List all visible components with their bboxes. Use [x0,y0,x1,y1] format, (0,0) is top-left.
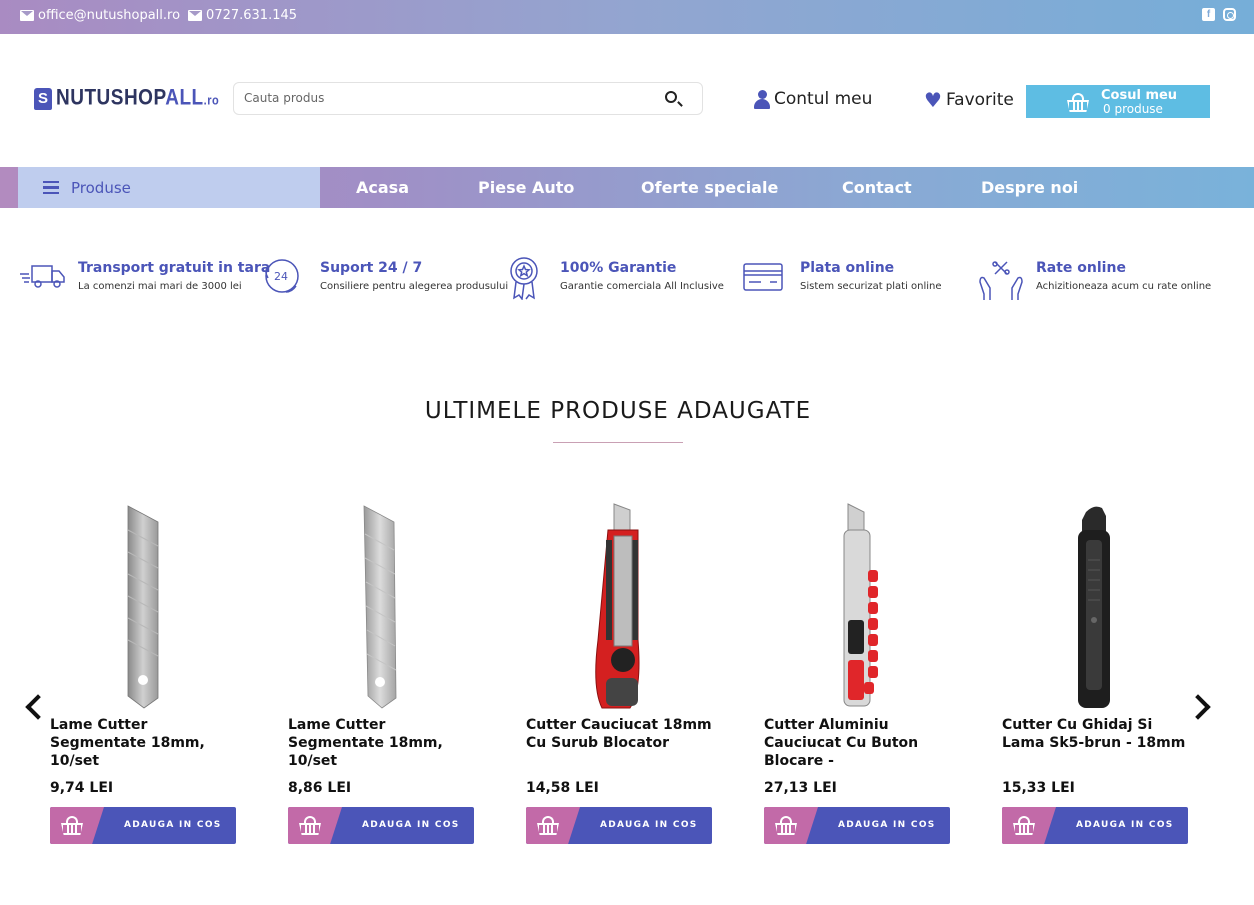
phone-link[interactable]: 0727.631.145 [188,8,297,23]
add-to-cart-label: ADAUGA IN COS [362,820,460,830]
nav-link-oferte-speciale[interactable]: Oferte speciale [641,178,778,197]
feature-transport: Transport gratuit in tara La comenzi mai… [20,254,270,300]
credit-card-icon [743,263,783,291]
product-card[interactable]: Lame Cutter Segmentate 18mm, 10/set 9,74… [50,500,240,850]
nav-link-contact[interactable]: Contact [842,178,912,197]
add-to-cart-button[interactable]: ADAUGA IN COS [764,807,950,844]
heart-icon: ♥ [924,88,942,112]
basket-icon [1066,93,1090,113]
product-name[interactable]: Cutter Cu Ghidaj Si Lama Sk5-brun - 18mm [1002,716,1192,752]
search-icon[interactable] [665,91,677,103]
feature-subtitle: Consiliere pentru alegerea produsului [320,281,509,292]
guarantee-badge-icon [510,257,538,300]
site-logo[interactable]: NUTUSHOPALL.ro [34,86,220,111]
feature-support: 24 Suport 24 / 7 Consiliere pentru alege… [262,254,508,300]
facebook-icon[interactable]: f [1202,8,1215,21]
blade-icon [363,505,397,709]
basket-icon [774,816,798,836]
product-price: 14,58 LEI [526,780,599,796]
feature-title: Plata online [800,260,895,276]
social-links: f [1202,8,1236,21]
user-icon [754,89,770,109]
account-link[interactable]: Contul meu [754,89,872,109]
feature-installments: Rate online Achizitioneaza acum cu rate … [978,254,1211,300]
section-divider [553,442,683,443]
product-price: 27,13 LEI [764,780,837,796]
products-menu-button[interactable]: Produse [18,167,320,208]
installments-hands-icon [979,261,1023,300]
instagram-icon[interactable] [1223,8,1236,21]
cutter-aluminium-icon [843,503,878,707]
products-menu-label: Produse [71,178,131,197]
basket-icon [1012,816,1036,836]
add-to-cart-label: ADAUGA IN COS [124,820,222,830]
add-to-cart-label: ADAUGA IN COS [838,820,936,830]
product-price: 8,86 LEI [288,780,352,796]
feature-subtitle: Achizitioneaza acum cu rate online [1036,281,1212,292]
section-title: ULTIMELE PRODUSE ADAUGATE [424,398,812,424]
basket-icon [298,816,322,836]
cutter-black-icon [1078,506,1110,708]
basket-icon [60,816,84,836]
logo-accent: ALL [165,86,204,111]
product-name[interactable]: Cutter Cauciucat 18mm Cu Surub Blocator [526,716,716,752]
cart-count: 0 produse [1103,102,1163,116]
support-24-icon: 24 [265,259,299,293]
product-card[interactable]: Cutter Aluminiu Cauciucat Cu Buton Bloca… [764,500,954,850]
email-link[interactable]: office@nutushopall.ro [20,8,180,23]
shopping-bag-logo-icon [34,88,52,110]
add-to-cart-button[interactable]: ADAUGA IN COS [1002,807,1188,844]
logo-main: NUTUSHOP [56,86,166,111]
feature-subtitle: Garantie comerciala All Inclusive [560,281,724,292]
favorites-link[interactable]: ♥ Favorite [924,90,1014,110]
add-to-cart-label: ADAUGA IN COS [1076,820,1174,830]
add-to-cart-button[interactable]: ADAUGA IN COS [50,807,236,844]
product-name[interactable]: Lame Cutter Segmentate 18mm, 10/set [50,716,240,770]
product-name[interactable]: Cutter Aluminiu Cauciucat Cu Buton Bloca… [764,716,954,770]
nav-link-despre-noi[interactable]: Despre noi [981,178,1078,197]
add-to-cart-button[interactable]: ADAUGA IN COS [288,807,474,844]
nav-link-piese-auto[interactable]: Piese Auto [478,178,574,197]
account-label: Contul meu [774,89,873,109]
main-nav: Produse Acasa Piese Auto Oferte speciale… [0,167,1254,208]
contact-info: office@nutushopall.ro 0727.631.145 [20,8,297,23]
product-card[interactable]: Lame Cutter Segmentate 18mm, 10/set 8,86… [288,500,478,850]
nav-link-acasa[interactable]: Acasa [356,178,409,197]
product-card[interactable]: Cutter Cu Ghidaj Si Lama Sk5-brun - 18mm… [1002,500,1192,850]
blade-icon [127,505,159,709]
product-card[interactable]: Cutter Cauciucat 18mm Cu Surub Blocator … [526,500,716,850]
cutter-red-icon [595,503,640,709]
add-to-cart-label: ADAUGA IN COS [600,820,698,830]
feature-online-payment: Plata online Sistem securizat plati onli… [742,254,942,300]
add-to-cart-button[interactable]: ADAUGA IN COS [526,807,712,844]
carousel-next-arrow-icon[interactable] [1192,694,1210,720]
truck-icon [20,265,65,288]
favorites-label: Favorite [945,90,1014,110]
search-box [233,82,703,115]
feature-title: Rate online [1036,260,1126,276]
search-input[interactable] [244,91,644,105]
feature-guarantee: 100% Garantie Garantie comerciala All In… [502,254,724,300]
feature-subtitle: La comenzi mai mari de 3000 lei [78,281,242,292]
logo-tld: .ro [203,94,220,109]
feature-title: Transport gratuit in tara [78,260,271,276]
feature-subtitle: Sistem securizat plati online [800,281,942,292]
product-name[interactable]: Lame Cutter Segmentate 18mm, 10/set [288,716,478,770]
cart-title: Cosul meu [1101,88,1178,103]
product-price: 9,74 LEI [50,780,114,796]
svg-text:24: 24 [274,270,288,283]
top-bar: office@nutushopall.ro 0727.631.145 f [0,0,1254,34]
product-price: 15,33 LEI [1002,780,1075,796]
feature-title: 100% Garantie [560,260,677,276]
feature-title: Suport 24 / 7 [320,260,423,276]
envelope-icon [20,10,34,21]
basket-icon [536,816,560,836]
cart-button[interactable]: Cosul meu 0 produse [1026,85,1210,118]
envelope-icon [188,10,203,21]
hamburger-menu-icon [43,180,59,195]
carousel-prev-arrow-icon[interactable] [24,694,42,720]
